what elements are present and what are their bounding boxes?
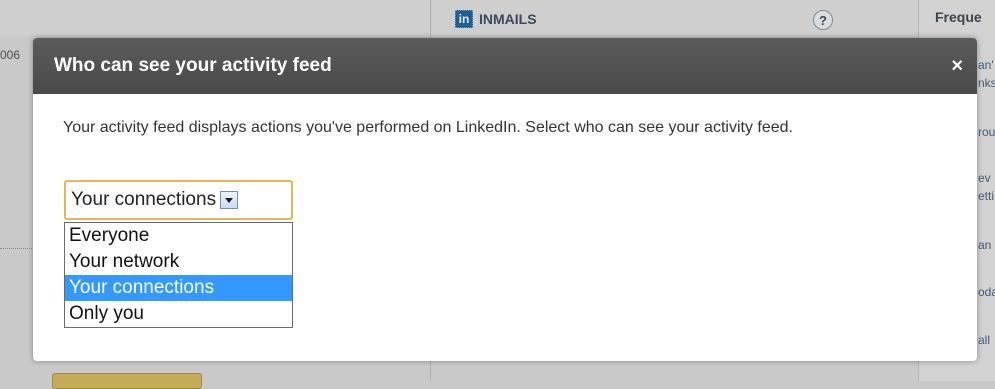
inmails-label: INMAILS xyxy=(479,11,537,27)
inmails-header: in INMAILS xyxy=(455,9,537,29)
side-link[interactable]: rou xyxy=(978,125,995,139)
side-link[interactable]: an xyxy=(978,238,991,252)
dotted-divider xyxy=(0,248,32,249)
option-your-network[interactable]: Your network xyxy=(65,249,292,275)
side-link[interactable]: nks xyxy=(978,76,995,90)
activity-feed-dialog: Who can see your activity feed × Your ac… xyxy=(33,38,977,361)
side-link[interactable]: an' xyxy=(978,58,994,72)
dialog-body: Your activity feed displays actions you'… xyxy=(33,94,977,137)
side-link[interactable]: oda xyxy=(978,285,995,299)
close-icon[interactable]: × xyxy=(951,56,963,76)
side-link[interactable]: ev xyxy=(978,171,991,185)
linkedin-icon: in xyxy=(455,10,473,28)
frequent-header: Freque xyxy=(935,9,982,25)
select-value: Your connections xyxy=(71,189,217,210)
dialog-header: Who can see your activity feed × xyxy=(33,38,977,94)
help-icon[interactable]: ? xyxy=(813,10,833,30)
visibility-options-list: Everyone Your network Your connections O… xyxy=(64,222,293,328)
option-your-connections[interactable]: Your connections xyxy=(65,275,292,301)
background-button xyxy=(52,373,202,389)
background-number: 006 xyxy=(0,48,21,62)
visibility-select[interactable]: Your connections xyxy=(64,180,293,220)
side-link[interactable]: etti xyxy=(978,189,994,203)
side-link[interactable]: all xyxy=(978,333,990,347)
option-only-you[interactable]: Only you xyxy=(65,301,292,327)
dialog-description: Your activity feed displays actions you'… xyxy=(63,119,793,136)
dialog-title: Who can see your activity feed xyxy=(54,55,332,76)
dropdown-arrow-icon[interactable] xyxy=(220,191,239,209)
option-everyone[interactable]: Everyone xyxy=(65,223,292,249)
select-current: Your connections xyxy=(71,189,239,211)
